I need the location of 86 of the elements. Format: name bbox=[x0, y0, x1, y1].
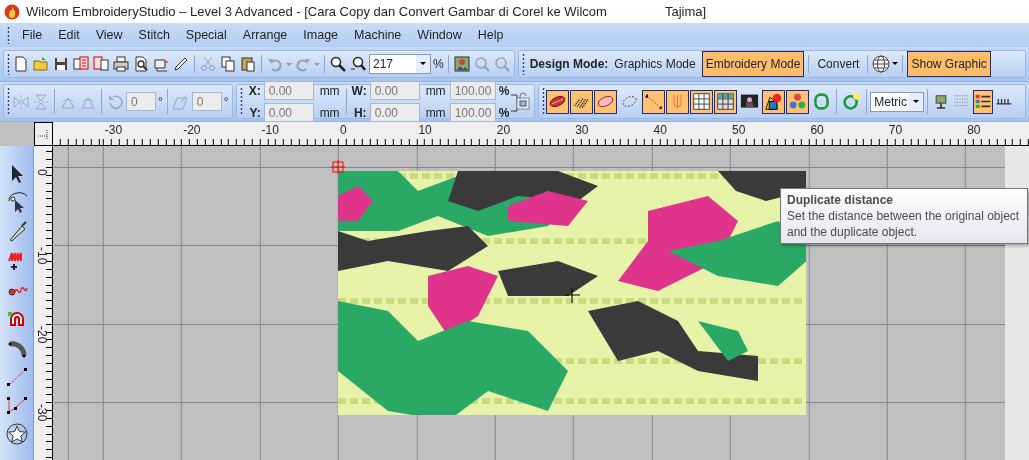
axis-label: H: bbox=[352, 104, 367, 122]
axis-label: W: bbox=[350, 82, 367, 100]
zoom-combo[interactable]: 217 bbox=[369, 54, 431, 74]
menu-item[interactable]: Machine bbox=[346, 25, 410, 45]
unit-label: mm bbox=[425, 82, 447, 100]
pen-icon[interactable] bbox=[173, 56, 189, 72]
window-title: Tajima] bbox=[664, 2, 707, 21]
magnifier-icon[interactable] bbox=[350, 56, 366, 72]
coordinate-field[interactable]: 0.00 bbox=[263, 81, 314, 100]
ring-icon[interactable] bbox=[812, 92, 832, 111]
coordinate-field[interactable]: 0.00 bbox=[369, 103, 420, 122]
ruler-label: 10 bbox=[418, 124, 432, 136]
axis-label: X: bbox=[247, 82, 261, 100]
grid-icon[interactable] bbox=[716, 92, 736, 111]
shapes-icon[interactable] bbox=[764, 92, 784, 111]
documents-icon[interactable] bbox=[93, 56, 109, 72]
coordinate-field[interactable]: 0.00 bbox=[263, 103, 314, 122]
ruler-label: -20 bbox=[183, 124, 201, 136]
ruler-label: 50 bbox=[732, 124, 746, 136]
ruler-label: 20 bbox=[496, 124, 511, 136]
grid-icon[interactable] bbox=[692, 92, 712, 111]
caret-icon[interactable] bbox=[420, 62, 426, 66]
unit-label: mm bbox=[319, 82, 341, 100]
crosshair-cursor-icon bbox=[565, 288, 580, 303]
dotted-line-icon[interactable] bbox=[644, 92, 664, 111]
star-icon[interactable] bbox=[5, 422, 28, 445]
window-title: Wilcom EmbroideryStudio – Level 3 Advanced - [Cara Copy dan Convert Gambar di Corel ke Wilcom bbox=[26, 2, 607, 21]
ruler-label: 30 bbox=[575, 124, 589, 136]
unit-label: % bbox=[433, 56, 444, 73]
menu-item[interactable]: Special bbox=[177, 25, 235, 45]
ruler-label: 70 bbox=[888, 124, 903, 136]
ruler-label: -10 bbox=[36, 247, 48, 265]
ruler-label: -10 bbox=[261, 124, 279, 136]
ruler-label: 0 bbox=[340, 124, 347, 136]
coordinate-field[interactable]: 0.00 bbox=[369, 81, 420, 100]
scale-field[interactable]: 100.00 bbox=[449, 103, 496, 122]
tooltip-title: Duplicate distance bbox=[787, 192, 895, 208]
menu-item[interactable]: Arrange bbox=[234, 25, 296, 45]
degree-label: ° bbox=[158, 93, 163, 111]
copy-icon[interactable] bbox=[220, 56, 236, 72]
ruler-label: 60 bbox=[810, 124, 824, 136]
picture-icon[interactable] bbox=[740, 92, 760, 111]
ruler-corner-icon[interactable] bbox=[34, 122, 53, 146]
picture-icon[interactable] bbox=[453, 56, 470, 72]
unit-label: mm bbox=[319, 104, 341, 122]
menu-item[interactable]: Stitch bbox=[130, 25, 178, 45]
ruler-label: 40 bbox=[653, 124, 667, 136]
convert-button[interactable]: Convert bbox=[813, 51, 864, 77]
scale-field[interactable]: 100.00 bbox=[449, 81, 496, 100]
print-preview-icon[interactable] bbox=[133, 56, 149, 72]
magnifier-icon[interactable] bbox=[330, 56, 346, 72]
ruler-label: 80 bbox=[967, 124, 981, 136]
menu-item[interactable]: View bbox=[87, 25, 131, 45]
menu-item[interactable]: File bbox=[14, 25, 51, 45]
flame-logo-icon bbox=[4, 3, 20, 20]
ruler-label: 0 bbox=[36, 169, 48, 176]
tooltip-text: Set the distance between the original object and the duplicate object. bbox=[787, 208, 1021, 240]
ruler-label: -30 bbox=[104, 124, 123, 136]
percent-label: % bbox=[498, 104, 510, 122]
menu-item[interactable]: Edit bbox=[50, 25, 88, 45]
menu-item[interactable]: Window bbox=[409, 25, 470, 45]
reshape-icon[interactable] bbox=[5, 190, 28, 213]
axis-label: Y: bbox=[248, 104, 261, 122]
list-icon[interactable] bbox=[974, 92, 993, 111]
ruler-label: -30 bbox=[36, 404, 48, 422]
percent-label: % bbox=[498, 82, 510, 100]
new-document-icon[interactable] bbox=[13, 56, 29, 72]
mode-tab[interactable]: Graphics Mode bbox=[610, 51, 700, 77]
caret-icon[interactable] bbox=[892, 62, 899, 66]
design-mode-label: Design Mode: bbox=[529, 56, 609, 73]
show-graphics-button[interactable]: Show Graphic bbox=[907, 51, 991, 77]
printer-icon[interactable] bbox=[113, 56, 129, 72]
color-dots-icon[interactable] bbox=[788, 92, 808, 111]
paste-icon[interactable] bbox=[240, 56, 256, 72]
origin-marker-icon bbox=[331, 160, 345, 174]
documents-icon[interactable] bbox=[73, 56, 89, 72]
lock-icon[interactable] bbox=[511, 91, 532, 112]
mode-tab[interactable]: Embroidery Mode bbox=[701, 51, 805, 77]
units-combo[interactable]: Metric bbox=[870, 91, 925, 112]
degree-label: ° bbox=[223, 93, 229, 111]
caret-icon[interactable] bbox=[913, 99, 920, 104]
ruler-label: -20 bbox=[36, 325, 48, 344]
menu-item[interactable]: Image bbox=[295, 25, 347, 45]
unit-label: mm bbox=[425, 104, 447, 122]
globe-icon[interactable] bbox=[872, 55, 891, 73]
menu-item[interactable]: Help bbox=[469, 25, 512, 45]
